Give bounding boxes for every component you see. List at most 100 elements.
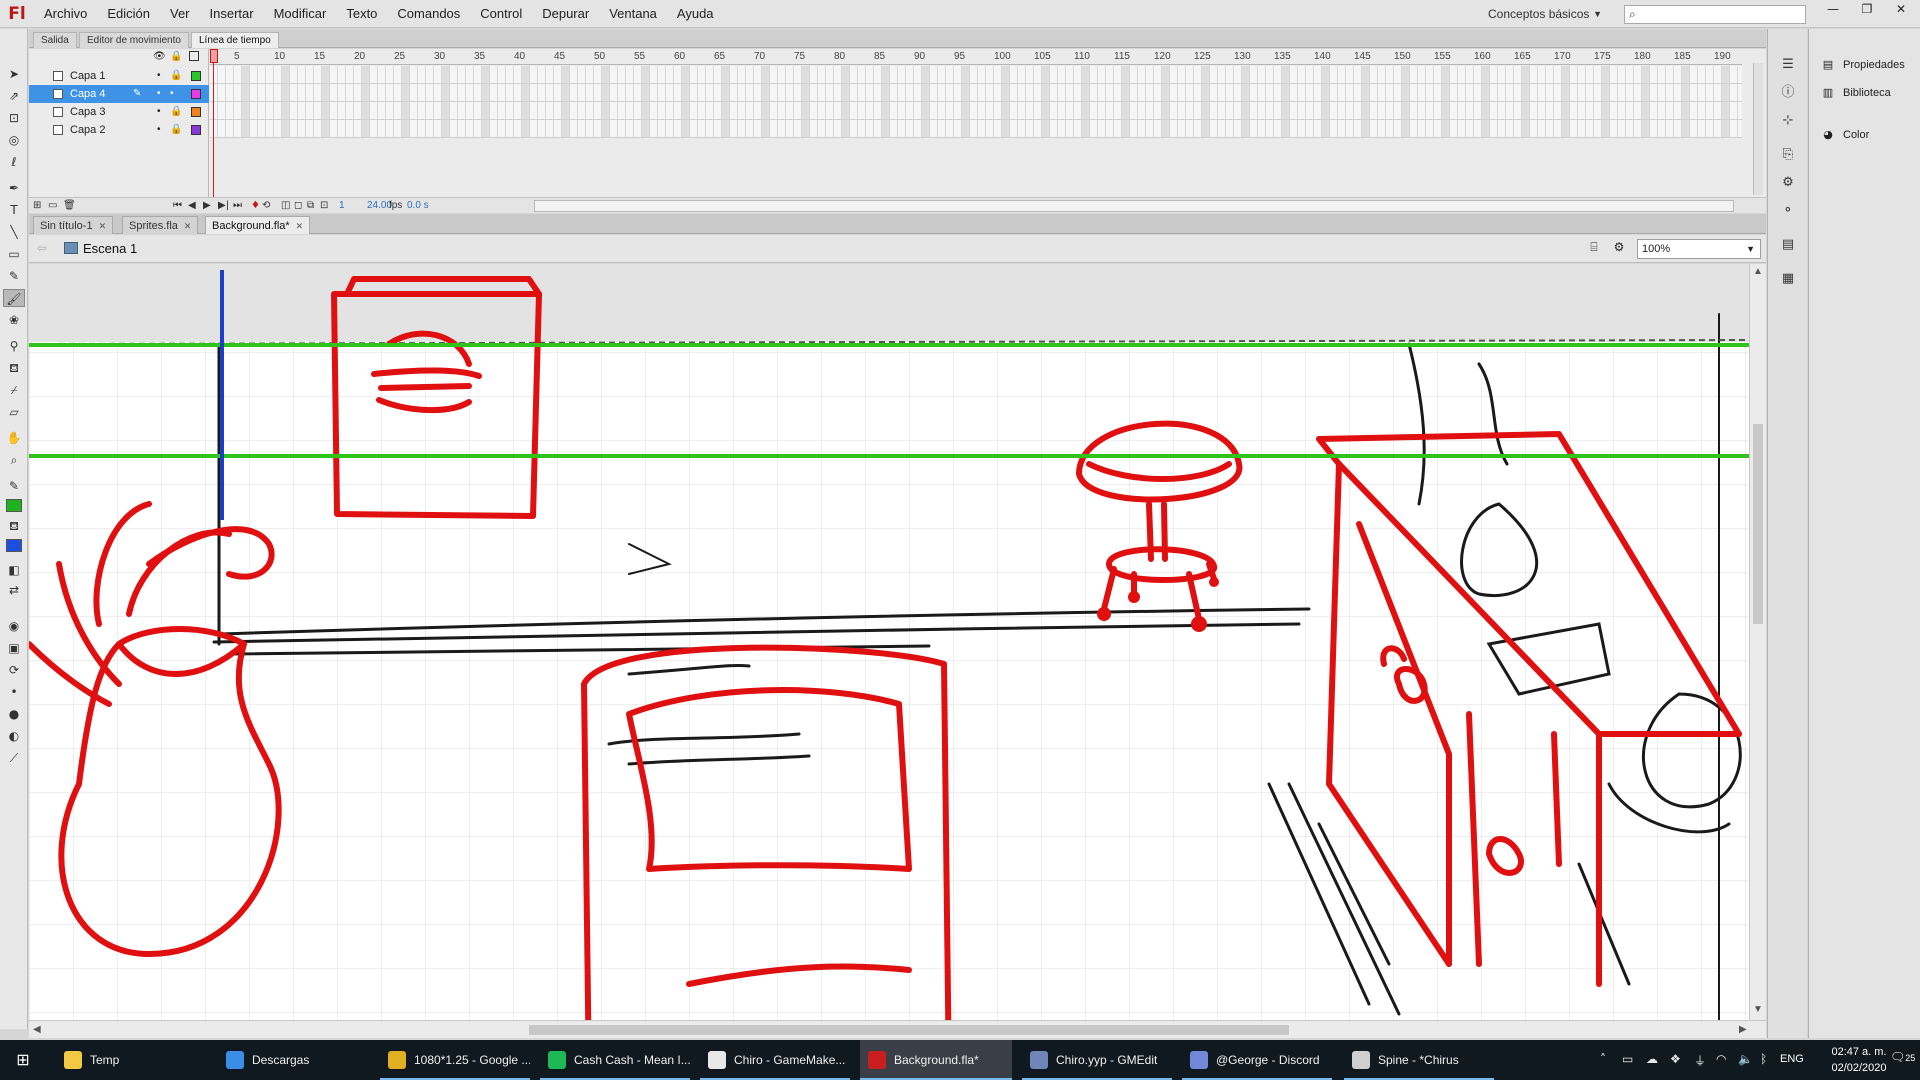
close-tab-icon[interactable]: ✕	[296, 221, 304, 231]
hand-tool-icon[interactable]: ✋	[3, 429, 25, 447]
menu-depurar[interactable]: Depurar	[532, 0, 599, 28]
close-button[interactable]: ✕	[1886, 0, 1916, 18]
swatches-panel-icon[interactable]: ▦	[1777, 269, 1799, 289]
stage-horizontal-scrollbar[interactable]: ◀ ▶	[29, 1020, 1766, 1038]
lock-icon[interactable]: 🔒	[170, 121, 182, 139]
stage-vertical-scrollbar[interactable]: ▲ ▼	[1749, 264, 1766, 1020]
menu-comandos[interactable]: Comandos	[387, 0, 470, 28]
deco-tool-icon[interactable]: ❀	[3, 311, 25, 329]
next-frame-icon[interactable]: ▶|	[218, 199, 229, 213]
lasso-tool-icon[interactable]: ℓ	[3, 153, 25, 171]
notifications-button[interactable]: 🗨25	[1890, 1050, 1915, 1064]
scroll-thumb[interactable]	[529, 1025, 1289, 1035]
pen-tool-icon[interactable]: ✒	[3, 179, 25, 197]
close-tab-icon[interactable]: ✕	[99, 221, 107, 231]
show-hide-all-icon[interactable]: 👁	[153, 51, 166, 62]
playhead[interactable]	[210, 49, 218, 213]
taskbar-item-gamemaker[interactable]: Chiro - GameMake...	[700, 1040, 850, 1080]
rectangle-tool-icon[interactable]: ▭	[3, 245, 25, 263]
visibility-dot-icon[interactable]: •	[157, 85, 161, 103]
tilt-icon[interactable]: ⟋	[3, 749, 25, 767]
tab-editor-movimiento[interactable]: Editor de movimiento	[79, 32, 189, 48]
menu-modificar[interactable]: Modificar	[264, 0, 337, 28]
code-snippets-icon[interactable]: ⎘	[1777, 145, 1799, 165]
frames-area[interactable]: 1 5 10 15 20 25 30 35 40 45 50 55 60 65 70 75 80 85 90 95 1…	[210, 49, 1742, 213]
layer-row-capa-3[interactable]: Capa 3 • 🔒	[29, 103, 209, 121]
doc-tab-sin-titulo[interactable]: Sin título-1 ✕	[33, 216, 114, 234]
layer-outline-color[interactable]	[191, 71, 201, 81]
taskbar-item-spotify[interactable]: Cash Cash - Mean I...	[540, 1040, 690, 1080]
restore-button[interactable]: ❐	[1852, 0, 1882, 18]
taskbar-item-gmedit[interactable]: Chiro.yyp - GMEdit	[1022, 1040, 1172, 1080]
color-panel-button[interactable]: ◕ Color	[1819, 123, 1919, 147]
layer-outline-color[interactable]	[191, 125, 201, 135]
frame-ruler[interactable]: 1 51015202530354045505560657075808590951…	[210, 49, 1742, 65]
doc-tab-background[interactable]: Background.fla* ✕	[205, 216, 311, 234]
menu-insertar[interactable]: Insertar	[200, 0, 264, 28]
visibility-dot-icon[interactable]: •	[157, 121, 161, 139]
line-tool-icon[interactable]: ╲	[3, 223, 25, 241]
paint-bucket-tool-icon[interactable]: ⛾	[3, 359, 25, 377]
outline-all-icon[interactable]	[189, 51, 199, 61]
first-frame-icon[interactable]: ⏮	[173, 199, 182, 213]
loop-icon[interactable]: ⟲	[262, 199, 270, 213]
layer-outline-color[interactable]	[191, 107, 201, 117]
visibility-dot-icon[interactable]: •	[157, 67, 161, 85]
lock-icon[interactable]: 🔒	[170, 67, 182, 85]
delete-layer-icon[interactable]: 🗑	[63, 199, 76, 213]
brush-shape-icon[interactable]: ●	[3, 705, 25, 723]
chevron-up-icon[interactable]: ˄	[1600, 1052, 1606, 1066]
timeline-vertical-scrollbar[interactable]	[1753, 63, 1763, 195]
onion-outlines-icon[interactable]: ◻	[294, 199, 302, 213]
edit-scene-icon[interactable]: ⚙	[1609, 240, 1629, 258]
bone-tool-icon[interactable]: ⚲	[3, 337, 25, 355]
layer-row-capa-1[interactable]: Capa 1 • 🔒	[29, 67, 209, 85]
scroll-up-icon[interactable]: ▲	[1753, 266, 1763, 277]
wifi-icon[interactable]: ◠	[1716, 1052, 1726, 1066]
info-panel-icon[interactable]: ⓘ	[1777, 83, 1799, 103]
lock-all-icon[interactable]: 🔒	[170, 51, 182, 62]
visibility-dot-icon[interactable]: •	[157, 103, 161, 121]
project-panel-icon[interactable]: ▤	[1777, 235, 1799, 255]
scroll-down-icon[interactable]: ▼	[1753, 1004, 1763, 1015]
menu-ver[interactable]: Ver	[160, 0, 200, 28]
onion-skin-icon[interactable]: ◫	[281, 199, 290, 213]
battery-icon[interactable]: ▭	[1622, 1052, 1633, 1066]
taskbar-item-flash[interactable]: Background.fla*	[860, 1040, 1012, 1080]
properties-panel-button[interactable]: ▤ Propiedades	[1819, 53, 1919, 77]
edit-symbols-icon[interactable]: ⌸	[1584, 240, 1604, 258]
align-panel-icon[interactable]: ☰	[1777, 55, 1799, 75]
default-colors-icon[interactable]: ◧	[3, 561, 25, 579]
lock-icon[interactable]: 🔒	[170, 103, 182, 121]
zoom-tool-icon[interactable]: ⌕	[3, 451, 25, 469]
text-tool-icon[interactable]: T	[3, 201, 25, 219]
brush-tool-icon[interactable]: 🖌	[3, 289, 25, 307]
stage-area[interactable]	[29, 264, 1749, 1020]
scene-label[interactable]: Escena 1	[83, 241, 137, 256]
bluetooth-icon[interactable]: ᛒ	[1760, 1052, 1767, 1066]
help-search-input[interactable]: ⌕	[1624, 5, 1806, 24]
modify-markers-icon[interactable]: ⊡	[320, 199, 328, 213]
new-folder-icon[interactable]: ▭	[48, 199, 57, 213]
components-icon[interactable]: ⚙	[1777, 173, 1799, 193]
menu-control[interactable]: Control	[470, 0, 532, 28]
layer-row-capa-2[interactable]: Capa 2 • 🔒	[29, 121, 209, 139]
eyedropper-tool-icon[interactable]: ⌿	[3, 381, 25, 399]
minimize-button[interactable]: —	[1818, 0, 1848, 18]
taskbar-item-download[interactable]: Descargas	[218, 1040, 368, 1080]
close-tab-icon[interactable]: ✕	[184, 221, 192, 231]
brush-size-icon[interactable]: •	[3, 683, 25, 701]
new-layer-icon[interactable]: ⊞	[33, 199, 41, 213]
clock[interactable]: 02:47 a. m. 02/02/2020	[1824, 1044, 1894, 1076]
stage-canvas[interactable]	[29, 264, 1749, 1020]
taskbar-item-folder[interactable]: Temp	[56, 1040, 206, 1080]
lock-dot-icon[interactable]: •	[170, 85, 174, 103]
back-arrow-icon[interactable]: ⇦	[37, 241, 47, 255]
3d-rotation-tool-icon[interactable]: ◎	[3, 131, 25, 149]
menu-ayuda[interactable]: Ayuda	[667, 0, 724, 28]
prev-frame-icon[interactable]: ◀	[188, 199, 196, 213]
language-indicator[interactable]: ENG	[1780, 1053, 1804, 1065]
center-frame-icon[interactable]: ♦	[251, 199, 260, 213]
windows-start-icon[interactable]: ⊞	[0, 1040, 46, 1080]
pencil-tool-icon[interactable]: ✎	[3, 267, 25, 285]
